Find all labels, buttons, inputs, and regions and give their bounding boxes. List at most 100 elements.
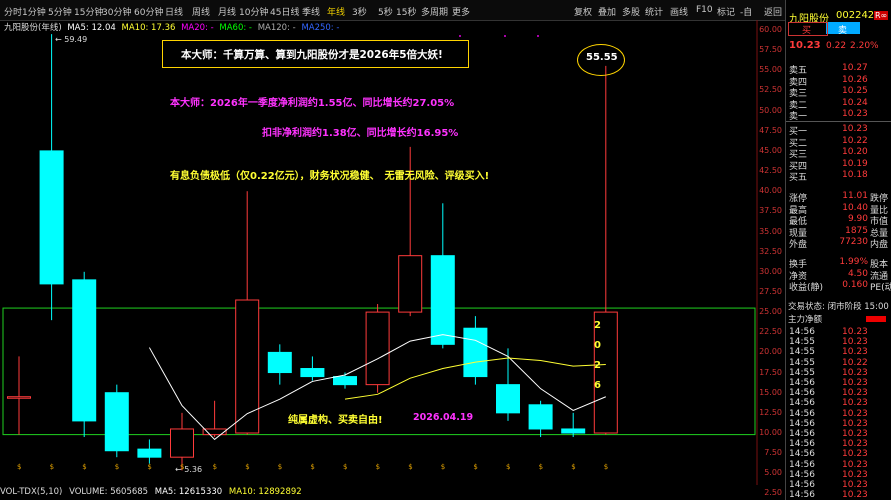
candle-16[interactable]	[528, 400, 553, 438]
stat-value: 77230	[839, 237, 868, 247]
vol-ma10: MA10: 12892892	[228, 487, 302, 497]
period-tab-9[interactable]: 10分钟	[239, 5, 268, 18]
y-tick: 57.50	[759, 45, 782, 55]
tick-time: 14:56	[789, 327, 815, 337]
period-tab-6[interactable]: 日线	[165, 5, 183, 18]
tool-button-7[interactable]: -自	[740, 5, 752, 18]
year-digit: 6	[594, 380, 601, 391]
period-tab-10[interactable]: 45日线	[270, 5, 299, 18]
candle-8[interactable]	[267, 344, 292, 385]
candle-14[interactable]	[463, 316, 488, 385]
target-price: 55.55	[586, 52, 618, 63]
year-digit: 0	[594, 340, 601, 351]
period-marker: $	[213, 463, 217, 471]
stock-code: 002242	[836, 10, 875, 21]
year-digit: 2	[594, 320, 601, 331]
book-price[interactable]: 10.18	[842, 170, 868, 180]
y-tick: 47.50	[759, 125, 782, 135]
tick-price: 10.23	[842, 418, 868, 429]
period-marker: $	[50, 463, 54, 471]
candle-5[interactable]	[170, 412, 194, 471]
period-tab-13[interactable]: 3秒	[352, 5, 367, 18]
tick-price: 10.23	[842, 327, 868, 337]
price-pct: 2.20%	[850, 41, 879, 51]
period-tab-7[interactable]: 周线	[192, 5, 210, 18]
period-marker: $	[278, 463, 282, 471]
book-price[interactable]: 10.23	[842, 109, 868, 119]
tick-price: 10.23	[842, 429, 868, 439]
candle-0[interactable]	[7, 356, 31, 435]
vol-label[interactable]: VOL-TDX(5,10)	[0, 487, 62, 497]
period-marker: $	[506, 463, 510, 471]
period-tab-17[interactable]: 更多	[452, 5, 470, 18]
y-tick: 42.50	[759, 166, 782, 176]
period-marker: $	[473, 463, 477, 471]
tick-price: 10.23	[842, 459, 868, 470]
candle-9[interactable]	[300, 356, 325, 381]
buy-label: 买	[802, 26, 812, 36]
tool-button-8[interactable]: 返回	[764, 5, 782, 18]
book-price[interactable]: 10.24	[842, 98, 868, 108]
stat-value: 0.160	[842, 280, 868, 290]
volume-indicator-bar: VOL-TDX(5,10) VOLUME: 5605685 MA5: 12615…	[0, 487, 302, 497]
period-tab-12[interactable]: 年线	[327, 5, 345, 18]
tool-button-1[interactable]: 叠加	[598, 5, 616, 18]
stat-value: 1.99%	[839, 257, 868, 267]
price-axis: 60.00 57.50 55.00 52.50 50.00 47.50 45.00 42.50…	[758, 20, 784, 500]
ma10-value: MA10: 17.36	[121, 23, 176, 33]
period-tab-0[interactable]: 分时	[4, 5, 22, 18]
candle-3[interactable]	[104, 384, 129, 458]
chart-info-bar: 九阳股份(年线) MA5: 12.04 MA10: 17.36 MA20: - …	[4, 21, 339, 33]
candle-17[interactable]	[561, 412, 586, 438]
book-price[interactable]: 10.23	[842, 124, 868, 134]
deducted-profit-line: 扣非净利润约1.38亿、同比增长约16.95%	[262, 128, 459, 139]
period-tab-15[interactable]: 15秒	[396, 5, 416, 18]
y-tick: 20.00	[759, 347, 782, 357]
period-tab-1[interactable]: 1分钟	[22, 5, 46, 18]
period-tab-4[interactable]: 30分钟	[102, 5, 131, 18]
period-tab-2[interactable]: 5分钟	[48, 5, 72, 18]
period-tab-5[interactable]: 60分钟	[134, 5, 163, 18]
tool-button-5[interactable]: F10	[696, 5, 713, 15]
book-price[interactable]: 10.22	[842, 136, 868, 146]
tool-button-3[interactable]: 统计	[645, 5, 663, 18]
period-tab-8[interactable]: 月线	[218, 5, 236, 18]
candle-2[interactable]	[72, 271, 97, 438]
tick-time: 14:56	[789, 480, 815, 490]
candle-4[interactable]	[137, 439, 162, 464]
stock-icon: R∞	[874, 11, 889, 20]
stat-label-2: 内盘	[870, 240, 889, 250]
ma120-value: MA120: -	[257, 23, 296, 33]
debt-line: 有息负债极低（仅0.22亿元），财务状况稳健、 无雷无风险、评级买入!	[170, 171, 490, 182]
candle-11[interactable]	[365, 304, 390, 393]
y-tick: 12.50	[759, 407, 782, 417]
book-price[interactable]: 10.27	[842, 63, 868, 73]
candle-7[interactable]	[235, 191, 260, 435]
ma5-value: MA5: 12.04	[67, 23, 116, 33]
y-tick: 27.50	[759, 286, 782, 296]
period-tab-3[interactable]: 15分钟	[74, 5, 103, 18]
tick-time: 14:56	[789, 378, 815, 388]
book-price[interactable]: 10.20	[842, 147, 868, 157]
period-tab-11[interactable]: 季线	[302, 5, 320, 18]
tick-time: 14:55	[789, 367, 815, 378]
tick-time: 14:55	[789, 337, 815, 348]
y-tick: 30.00	[759, 266, 782, 276]
period-tab-16[interactable]: 多周期	[421, 5, 448, 18]
tool-button-2[interactable]: 多股	[622, 5, 640, 18]
date-text: 2026.04.19	[413, 412, 474, 423]
tick-price: 10.23	[842, 480, 868, 490]
book-price[interactable]: 10.19	[842, 159, 868, 169]
candle-1[interactable]	[39, 34, 64, 321]
tool-button-4[interactable]: 画线	[670, 5, 688, 18]
y-tick: 52.50	[759, 85, 782, 95]
marker-dot	[459, 35, 461, 37]
period-tab-14[interactable]: 5秒	[378, 5, 393, 18]
tool-button-6[interactable]: 标记	[717, 5, 735, 18]
book-price[interactable]: 10.26	[842, 75, 868, 85]
period-marker: $	[17, 463, 21, 471]
book-divider	[786, 121, 891, 122]
tool-button-0[interactable]: 复权	[574, 5, 592, 18]
candle-13[interactable]	[430, 203, 455, 349]
book-price[interactable]: 10.25	[842, 86, 868, 96]
